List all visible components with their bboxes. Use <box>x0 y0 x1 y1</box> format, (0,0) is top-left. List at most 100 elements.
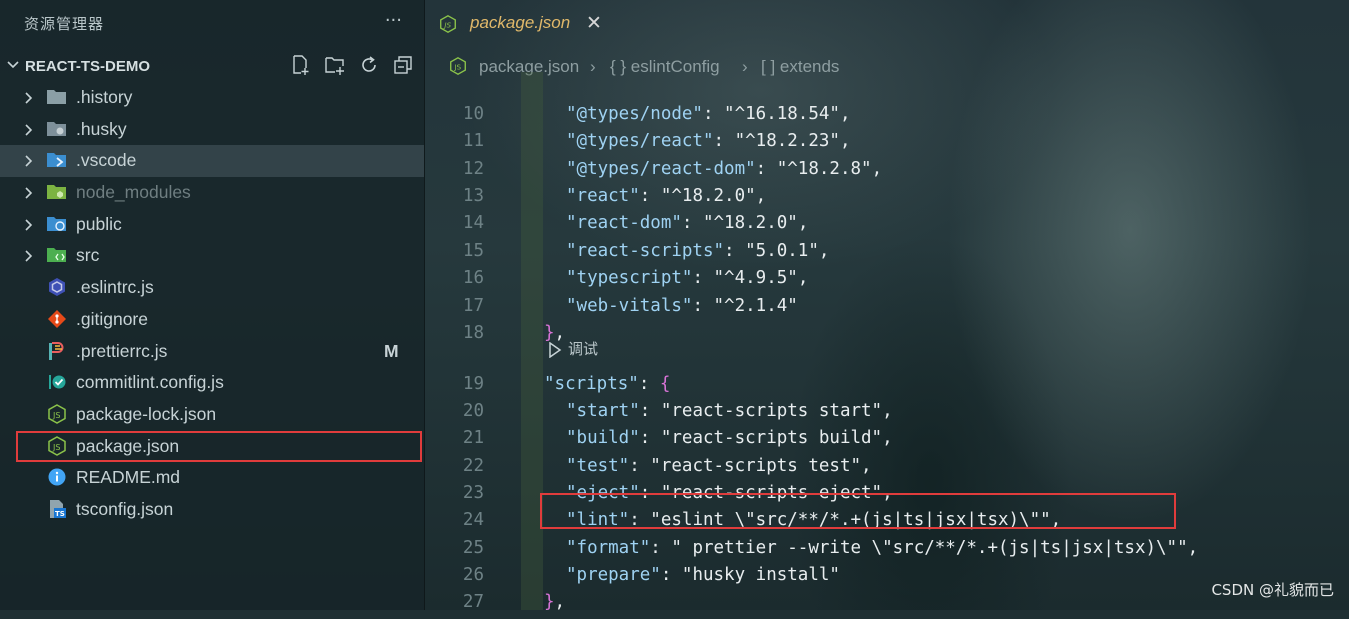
tree-item-package-lock[interactable]: JS package-lock.json <box>0 399 424 431</box>
close-icon[interactable]: ✕ <box>586 12 602 35</box>
line-number: 16 <box>462 268 484 288</box>
chevron-right-icon <box>25 187 33 199</box>
new-folder-icon[interactable] <box>324 54 346 76</box>
tree-item-label: .eslintrc.js <box>76 277 154 298</box>
explorer-sidebar: 资源管理器 ··· REACT-TS-DEMO .history .husky … <box>0 0 425 610</box>
tree-item-label: node_modules <box>76 182 191 203</box>
nodejs-icon: JS <box>48 435 66 456</box>
tab-label: package.json <box>470 13 571 32</box>
tree-item-label: package.json <box>76 435 180 456</box>
tree-item-vscode[interactable]: .vscode <box>0 145 424 178</box>
chevron-right-icon <box>25 219 33 231</box>
code-text: "web-vitals": "^2.1.4" <box>566 296 798 316</box>
chevron-down-icon <box>7 61 19 69</box>
prettier-icon <box>49 341 64 360</box>
code-text: "react-scripts": "5.0.1", <box>566 241 830 261</box>
modified-badge: M <box>384 340 399 361</box>
folder-icon <box>47 90 66 104</box>
node-folder-icon <box>47 185 66 200</box>
code-text: "build": "react-scripts build", <box>566 428 893 448</box>
tree-item-label: .vscode <box>76 150 137 171</box>
code-text: "format": " prettier --write \"src/**/*.… <box>566 538 1199 558</box>
code-text: "@types/react-dom": "^18.2.8", <box>566 159 883 179</box>
chevron-right-icon <box>25 124 33 136</box>
chevron-right-icon <box>25 92 33 104</box>
tree-item-commitlint[interactable]: commitlint.config.js <box>0 367 424 399</box>
line-number: 24 <box>462 510 484 530</box>
line-number: 19 <box>462 374 484 394</box>
line-number: 15 <box>462 241 484 261</box>
tree-item-node-modules[interactable]: node_modules <box>0 177 424 209</box>
svg-text:JS: JS <box>52 411 60 420</box>
explorer-title: 资源管理器 <box>24 15 105 33</box>
tree-item-src[interactable]: src <box>0 240 424 272</box>
line-number: 22 <box>462 456 484 476</box>
project-header[interactable]: REACT-TS-DEMO <box>0 52 424 80</box>
tree-item-gitignore[interactable]: .gitignore <box>0 304 424 336</box>
tree-item-label: src <box>76 245 100 266</box>
line-number: 18 <box>462 323 484 343</box>
tree-item-label: .gitignore <box>76 308 148 329</box>
line-number: 25 <box>462 538 484 558</box>
watermark: CSDN @礼貌而已 <box>1211 581 1334 599</box>
code-text: "prepare": "husky install" <box>566 565 840 585</box>
tree-item-label: tsconfig.json <box>76 498 174 519</box>
line-number: 12 <box>462 159 484 179</box>
refresh-icon[interactable] <box>358 54 380 76</box>
line-number: 14 <box>462 213 484 233</box>
tree-item-label: README.md <box>76 467 181 488</box>
vscode-folder-icon <box>47 153 66 168</box>
code-text: "react-dom": "^18.2.0", <box>566 213 809 233</box>
tree-item-label: .history <box>76 87 133 107</box>
git-icon <box>48 309 66 328</box>
tree-item-eslintrc[interactable]: .eslintrc.js <box>0 272 424 304</box>
tree-item-label: .prettierrc.js <box>76 340 168 361</box>
tree-item-public[interactable]: public <box>0 209 424 241</box>
tree-item-readme[interactable]: README.md <box>0 462 424 494</box>
more-actions-icon[interactable]: ··· <box>385 10 402 31</box>
nodejs-icon: JS <box>440 15 456 33</box>
highlight-box <box>540 493 1176 529</box>
file-tree: .history .husky .vscode node_modules pub… <box>0 82 424 526</box>
project-name: REACT-TS-DEMO <box>25 58 150 75</box>
code-text: "test": "react-scripts test", <box>566 456 872 476</box>
chevron-right-icon <box>25 250 33 263</box>
tree-item-label: commitlint.config.js <box>76 372 224 393</box>
line-number: 11 <box>462 131 484 151</box>
line-number: 26 <box>462 565 484 585</box>
chevron-right-icon <box>25 155 33 167</box>
code-text: "scripts": { <box>544 374 671 394</box>
tree-item-tsconfig[interactable]: TS tsconfig.json <box>0 494 424 526</box>
svg-text:JS: JS <box>442 21 451 30</box>
tree-item-label: .husky <box>76 118 127 139</box>
tree-item-package-json[interactable]: JS package.json <box>16 430 422 463</box>
code-text: "react": "^18.2.0", <box>566 186 767 206</box>
public-folder-icon <box>47 216 66 231</box>
line-number: 23 <box>462 483 484 503</box>
line-number: 10 <box>462 104 484 124</box>
tree-item-history[interactable]: .history <box>0 82 424 114</box>
svg-text:JS: JS <box>52 443 60 452</box>
code-text: }, <box>544 592 566 612</box>
codelens-label: 调试 <box>568 340 599 358</box>
tree-item-prettierrc[interactable]: .prettierrc.js M <box>0 336 424 368</box>
code-text: "@types/react": "^18.2.23", <box>566 131 851 151</box>
new-file-icon[interactable] <box>290 54 312 76</box>
code-text: "typescript": "^4.9.5", <box>566 268 809 288</box>
typescript-icon: TS <box>50 499 66 518</box>
nodejs-icon: JS <box>48 404 66 424</box>
svg-text:JS: JS <box>453 63 461 72</box>
tree-item-label: public <box>76 213 122 234</box>
tree-item-husky[interactable]: .husky <box>0 114 424 146</box>
svg-text:TS: TS <box>55 510 65 518</box>
tree-item-label: package-lock.json <box>76 403 217 424</box>
collapse-all-icon[interactable] <box>392 54 414 76</box>
line-number: 27 <box>462 592 484 612</box>
commitlint-icon <box>49 375 66 390</box>
src-folder-icon <box>47 248 66 263</box>
debug-codelens[interactable]: 调试 <box>548 338 598 359</box>
eslint-icon <box>49 278 65 297</box>
play-icon <box>549 341 562 358</box>
line-number: 20 <box>462 401 484 421</box>
husky-folder-icon <box>47 121 66 136</box>
